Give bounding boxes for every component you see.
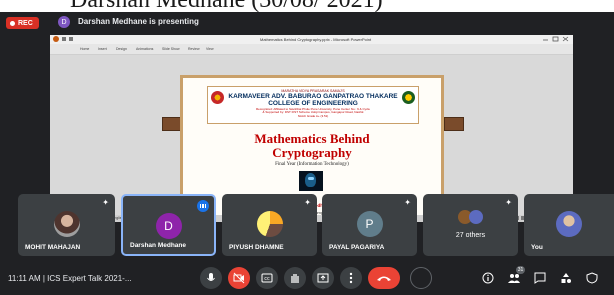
quick-access-icons (53, 36, 73, 42)
slide-rail-right (444, 117, 464, 131)
others-avatars (457, 208, 484, 226)
captions-icon: cc (261, 273, 273, 283)
meet-window: REC D Darshan Medhane is presenting Math… (0, 12, 614, 295)
more-vert-icon (349, 272, 353, 284)
participant-tile[interactable]: ✦ PIYUSH DHAMNE (222, 194, 317, 256)
chat-icon (534, 272, 546, 284)
present-screen-icon (317, 273, 329, 283)
participant-tile-self[interactable]: You (524, 194, 614, 256)
ribbon-tab-review[interactable]: Review (188, 47, 199, 51)
participant-tile-others[interactable]: ✦ 27 others (423, 194, 518, 256)
caption-strip: Darshan Medhane (30/08/ 2021) (0, 0, 614, 12)
header-line-6: NAAC Grade A+ (3.51) (297, 113, 329, 118)
others-count: 27 others (455, 232, 486, 239)
mic-icon (207, 273, 215, 281)
participant-name: PAYAL PAGARIYA (329, 244, 385, 251)
ribbon-tab-insert[interactable]: Insert (98, 47, 107, 51)
window-title: Mathematics Behind Cryptography.pptx - M… (260, 37, 372, 42)
present-button[interactable] (312, 267, 334, 289)
rec-label: REC (18, 19, 33, 27)
activities-icon (561, 273, 571, 283)
ribbon-tab-slide-show[interactable]: Slide Show (162, 47, 180, 51)
recording-badge[interactable]: REC (6, 17, 39, 29)
people-button[interactable]: 31 (506, 266, 525, 286)
naac-logo-icon (402, 91, 415, 104)
camera-off-button[interactable] (228, 267, 250, 289)
captions-button[interactable]: cc (256, 267, 278, 289)
participant-name: PIYUSH DHAMNE (229, 244, 284, 251)
college-header: MARATHA VIDYA PRASARAK SAMAJ'S KARMAVEER… (207, 86, 419, 124)
leave-call-button[interactable] (368, 267, 400, 289)
slide-title-line-1: Mathematics Behind (254, 131, 370, 146)
slide-title-line-2: Cryptography (272, 145, 352, 160)
more-options-button[interactable] (340, 267, 362, 289)
presenter-avatar: D (58, 16, 70, 28)
participant-name: MOHIT MAHAJAN (25, 244, 81, 251)
chat-button[interactable] (532, 270, 548, 286)
slide-subtitle: Final Year (Information Technology) (275, 162, 349, 167)
raise-hand-icon (291, 274, 299, 283)
slide-title: Mathematics Behind Cryptography (183, 132, 441, 160)
speaking-indicator-icon (197, 200, 209, 212)
college-logo-icon (211, 91, 224, 104)
mic-button[interactable] (200, 267, 222, 289)
activities-button[interactable] (558, 270, 574, 286)
powerpoint-titlebar: Mathematics Behind Cryptography.pptx - M… (50, 35, 573, 44)
pin-icon[interactable]: ✦ (404, 198, 411, 207)
meeting-name: ICS Expert Talk 2021-... (47, 274, 132, 283)
caption-text: Darshan Medhane (30/08/ 2021) (70, 0, 383, 12)
host-controls-button[interactable] (584, 270, 600, 286)
people-count-badge: 31 (516, 266, 525, 274)
end-call-icon (377, 276, 391, 281)
participant-strip: ✦ MOHIT MAHAJAN D Darshan Medhane ✦ PIYU… (0, 194, 614, 262)
avatar (256, 211, 283, 237)
ribbon-tab-design[interactable]: Design (116, 47, 127, 51)
pin-icon[interactable]: ✦ (102, 198, 109, 207)
bottom-toolbar: 11:11 AM | ICS Expert Talk 2021-... cc 3… (0, 262, 614, 295)
camera-off-icon (233, 272, 245, 284)
avatar (556, 211, 582, 237)
participant-name: Darshan Medhane (130, 242, 186, 249)
meeting-details: 11:11 AM | ICS Expert Talk 2021-... (8, 274, 132, 283)
pin-icon[interactable]: ✦ (505, 198, 512, 207)
presenting-text: Darshan Medhane is presenting (78, 17, 199, 26)
participant-name: You (531, 244, 543, 251)
avatar: P (356, 211, 383, 237)
pin-icon[interactable]: ✦ (304, 198, 311, 207)
meeting-separator: | (42, 274, 45, 283)
info-icon (482, 272, 494, 284)
svg-text:cc: cc (264, 276, 270, 282)
ribbon-tab-animations[interactable]: Animations (136, 47, 153, 51)
meeting-info-button[interactable] (480, 270, 496, 286)
header-line-2: KARMAVEER ADV. BABURAO GANPATRAO THAKARE (228, 93, 398, 101)
raise-hand-button[interactable] (284, 267, 306, 289)
hover-cursor-ring (410, 267, 432, 289)
participant-tile-active[interactable]: D Darshan Medhane (121, 194, 216, 256)
meeting-time: 11:11 AM (8, 274, 41, 283)
cyber-head-image (299, 171, 323, 191)
shield-lock-icon (586, 272, 598, 284)
avatar: D (155, 213, 182, 239)
top-bar: REC D Darshan Medhane is presenting (0, 12, 614, 34)
slide-rail-left (162, 117, 182, 131)
ribbon: Home Insert Design Animations Slide Show… (50, 44, 573, 55)
participant-tile[interactable]: ✦ MOHIT MAHAJAN (18, 194, 115, 256)
participant-tile[interactable]: ✦ P PAYAL PAGARIYA (322, 194, 417, 256)
record-dot-icon (10, 20, 15, 26)
avatar (53, 211, 80, 237)
window-controls-icon[interactable] (541, 35, 571, 43)
ribbon-tab-view[interactable]: View (206, 47, 214, 51)
ribbon-tab-home[interactable]: Home (80, 47, 89, 51)
